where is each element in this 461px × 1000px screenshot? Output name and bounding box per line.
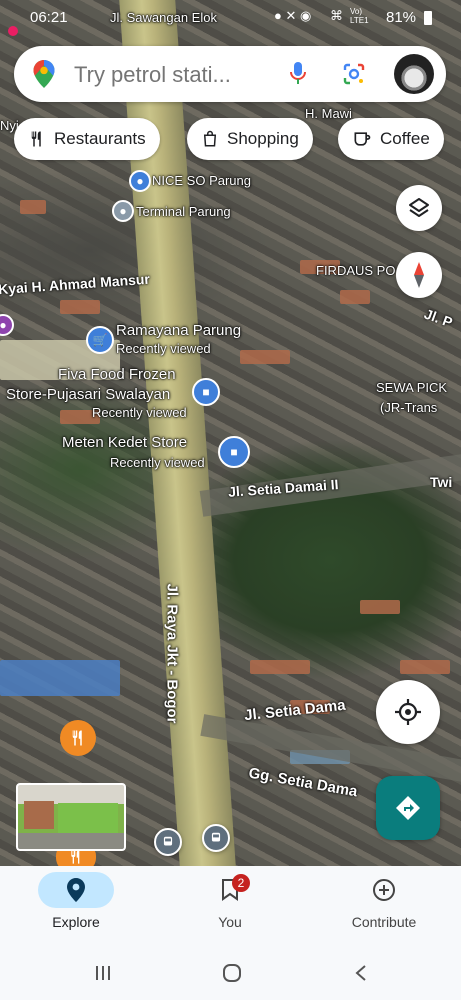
compass-icon bbox=[414, 262, 424, 288]
explore-pill bbox=[38, 872, 114, 908]
street-view-thumbnail[interactable] bbox=[16, 783, 126, 851]
chip-restaurants[interactable]: Restaurants bbox=[14, 118, 160, 160]
system-navigation-bar bbox=[0, 946, 461, 1000]
add-circle-icon bbox=[373, 879, 395, 901]
map-label-fiva-1[interactable]: Fiva Food Frozen bbox=[58, 366, 176, 383]
shopping-bag-icon bbox=[203, 130, 217, 147]
restaurant-pin-icon[interactable] bbox=[60, 720, 96, 756]
google-maps-logo-icon bbox=[33, 60, 55, 88]
bus-stop-icon[interactable] bbox=[154, 828, 182, 856]
map-label-setia-damai: Jl. Setia Dama bbox=[243, 696, 347, 725]
my-location-button[interactable] bbox=[376, 680, 440, 744]
network-label: Vo) LTE1 bbox=[350, 7, 369, 25]
notification-badge: 2 bbox=[232, 874, 250, 892]
street-view-building bbox=[58, 803, 118, 833]
chip-shopping[interactable]: Shopping bbox=[187, 118, 313, 160]
map-building bbox=[250, 660, 310, 674]
status-time: 06:21 bbox=[30, 9, 68, 26]
tab-you[interactable]: 2 You bbox=[170, 872, 290, 942]
shopping-pin-icon[interactable]: ● bbox=[129, 170, 151, 192]
map-label-mawi: H. Mawi bbox=[305, 106, 352, 121]
map-label-fiva-sub: Recently viewed bbox=[92, 405, 187, 420]
map-label-fiva-2[interactable]: Store-Pujasari Swalayan bbox=[6, 386, 170, 403]
back-icon[interactable] bbox=[354, 964, 368, 982]
map-building bbox=[340, 290, 370, 304]
avatar[interactable] bbox=[394, 54, 434, 94]
map-building bbox=[60, 300, 100, 314]
tab-label: Explore bbox=[52, 914, 100, 930]
map-label-ramayana[interactable]: Ramayana Parung bbox=[116, 322, 241, 339]
map-label-sewa-1[interactable]: SEWA PICK bbox=[376, 380, 447, 395]
transit-pin-icon[interactable]: ● bbox=[112, 200, 134, 222]
chip-label: Restaurants bbox=[54, 129, 146, 148]
chip-coffee[interactable]: Coffee bbox=[338, 118, 444, 160]
map-label-meten-sub: Recently viewed bbox=[110, 455, 205, 470]
chip-label: Shopping bbox=[227, 129, 299, 148]
status-bar: 06:21 ● ✕ ◉ ⌘ Vo) LTE1 81% bbox=[0, 0, 461, 36]
map-label-gg-setia: Gg. Setia Dama bbox=[247, 764, 359, 801]
map-label-sewa-2[interactable]: (JR-Trans bbox=[380, 400, 437, 415]
map-building bbox=[240, 350, 290, 364]
search-input[interactable] bbox=[72, 56, 276, 94]
coffee-cup-icon bbox=[354, 132, 371, 146]
directions-button[interactable] bbox=[376, 776, 440, 840]
map-building bbox=[400, 660, 450, 674]
battery-level: 81% bbox=[386, 9, 417, 26]
map-label-jl-p: Jl. P bbox=[422, 305, 455, 331]
lens-camera-icon[interactable] bbox=[342, 62, 366, 86]
tab-label: You bbox=[218, 914, 242, 930]
fork-knife-icon bbox=[31, 131, 41, 147]
notification-icon bbox=[8, 26, 18, 36]
map-label-nice-so[interactable]: NICE SO Parung bbox=[152, 173, 251, 188]
map-label-terminal[interactable]: Terminal Parung bbox=[136, 204, 231, 219]
location-pin-icon bbox=[67, 878, 85, 902]
layers-button[interactable] bbox=[396, 185, 442, 231]
compass-button[interactable] bbox=[396, 252, 442, 298]
shopping-cart-pin-icon[interactable]: 🛒 bbox=[86, 326, 114, 354]
map-building bbox=[360, 600, 400, 614]
tab-label: Contribute bbox=[351, 914, 417, 930]
map-label-ramayana-sub: Recently viewed bbox=[116, 341, 211, 356]
map-label-meten[interactable]: Meten Kedet Store bbox=[62, 434, 187, 451]
crosshair-icon bbox=[395, 699, 421, 725]
status-icons: ● ✕ ◉ bbox=[274, 8, 312, 23]
wifi-icon: ⌘ bbox=[330, 8, 343, 23]
tab-explore[interactable]: Explore bbox=[16, 872, 136, 942]
recent-apps-icon[interactable] bbox=[94, 964, 112, 982]
chip-label: Coffee bbox=[380, 129, 430, 148]
map-label-firdaus[interactable]: FIRDAUS PO bbox=[316, 263, 395, 278]
bottom-navigation: Explore 2 You Contribute bbox=[0, 866, 461, 946]
search-bar[interactable] bbox=[14, 46, 446, 102]
map-label-twi: Twi bbox=[430, 474, 453, 490]
bus-stop-icon[interactable] bbox=[202, 824, 230, 852]
home-icon[interactable] bbox=[222, 963, 242, 983]
map-label-ahmad-mansur: Kyai H. Ahmad Mansur bbox=[0, 270, 151, 298]
tab-contribute[interactable]: Contribute bbox=[324, 872, 444, 942]
layers-icon bbox=[409, 198, 429, 217]
microphone-icon[interactable] bbox=[288, 61, 308, 87]
place-pin-icon[interactable]: ● bbox=[0, 314, 14, 336]
battery-icon bbox=[424, 11, 432, 25]
map-label-raya: Jl. Raya Jkt - Bogor bbox=[163, 583, 181, 724]
street-view-building bbox=[24, 801, 54, 829]
directions-icon bbox=[396, 796, 420, 820]
map-building bbox=[0, 660, 120, 696]
shopping-bag-pin-icon[interactable]: ■ bbox=[218, 436, 250, 468]
map-building bbox=[20, 200, 46, 214]
shopping-bag-pin-icon[interactable]: ■ bbox=[192, 378, 220, 406]
